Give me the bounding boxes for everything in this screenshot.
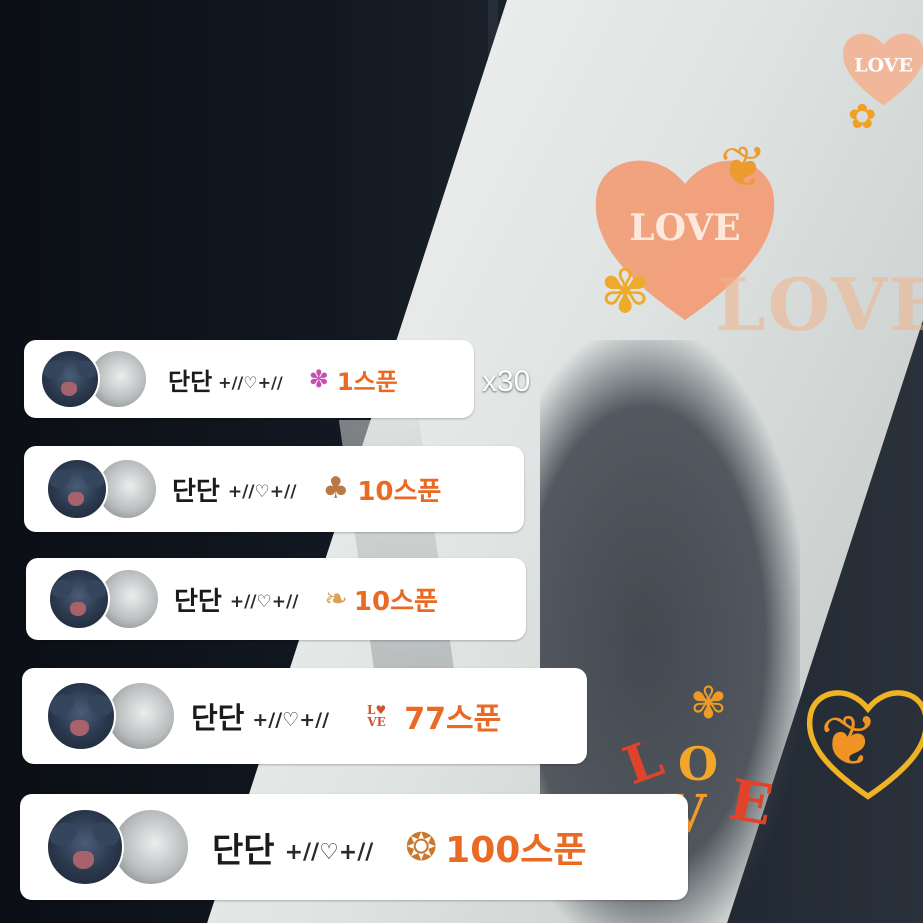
avatar-group [46, 681, 191, 751]
sender-name-decoration: +//♡+// [218, 372, 283, 392]
combo-counter: x30 [482, 365, 531, 398]
avatar[interactable] [46, 681, 116, 751]
maple-leaf-icon: ❦ [820, 700, 879, 782]
avatar[interactable] [48, 568, 110, 630]
gift-message-card: 단단 +//♡+// ♣ 10스푼 [24, 446, 524, 532]
avatar-group [40, 349, 158, 409]
gift-message-card: 단단 +//♡+// ✽ 1스푼 [24, 340, 474, 418]
sender-name: 단단 [174, 586, 222, 617]
avatar[interactable] [40, 349, 100, 409]
sender-name: 단단 [212, 830, 275, 871]
maple-leaf-icon: ✿ [848, 97, 877, 137]
avatar-group [48, 568, 174, 630]
love-heart-small-text: LOVE [854, 54, 913, 76]
love-faded-text: LOVE [715, 262, 923, 347]
avatar-group [46, 458, 172, 520]
love-letters-icon: L♥ VE [367, 703, 387, 729]
spoon-amount: 10스푼 [353, 586, 438, 617]
avatar[interactable] [106, 681, 176, 751]
spoon-amount: 77스푼 [404, 702, 502, 737]
sender-name-decoration: +//♡+// [227, 482, 297, 502]
svg-text:E: E [724, 767, 777, 839]
sender-name: 단단 [172, 476, 220, 507]
avatar[interactable] [46, 808, 124, 886]
love-heart-large-text: LOVE [629, 207, 740, 249]
avatar[interactable] [46, 458, 108, 520]
svg-text:O: O [678, 737, 718, 791]
autumn-basket-icon: ❂ [405, 825, 438, 869]
gift-message-card: 단단 +//♡+// ❧ 10스푼 [26, 558, 526, 640]
sender-name-decoration: +//♡+// [284, 839, 374, 865]
avatar-group [46, 808, 206, 886]
sender-name: 단단 [168, 367, 213, 396]
maple-leaf-icon: ❦ [720, 135, 767, 200]
pink-octopus-icon: ✽ [308, 365, 329, 393]
cat-on-book-icon: ❧ [324, 582, 348, 615]
mushroom-icon: ♣ [322, 471, 350, 506]
maple-leaf-icon: ✾ [600, 257, 651, 327]
maple-leaf-icon: ✾ [690, 678, 727, 729]
sender-name-decoration: +//♡+// [252, 709, 330, 731]
spoon-amount: 10스푼 [357, 476, 442, 507]
gift-message-card: 단단 +//♡+// L♥ VE 77스푼 [22, 668, 587, 764]
gift-message-card: 단단 +//♡+// ❂ 100스푼 [20, 794, 688, 900]
spoon-amount: 100스푼 [445, 830, 587, 871]
svg-text:L: L [620, 727, 671, 797]
spoon-amount: 1스푼 [336, 367, 398, 396]
sender-name-decoration: +//♡+// [229, 592, 299, 612]
sender-name: 단단 [191, 701, 245, 735]
